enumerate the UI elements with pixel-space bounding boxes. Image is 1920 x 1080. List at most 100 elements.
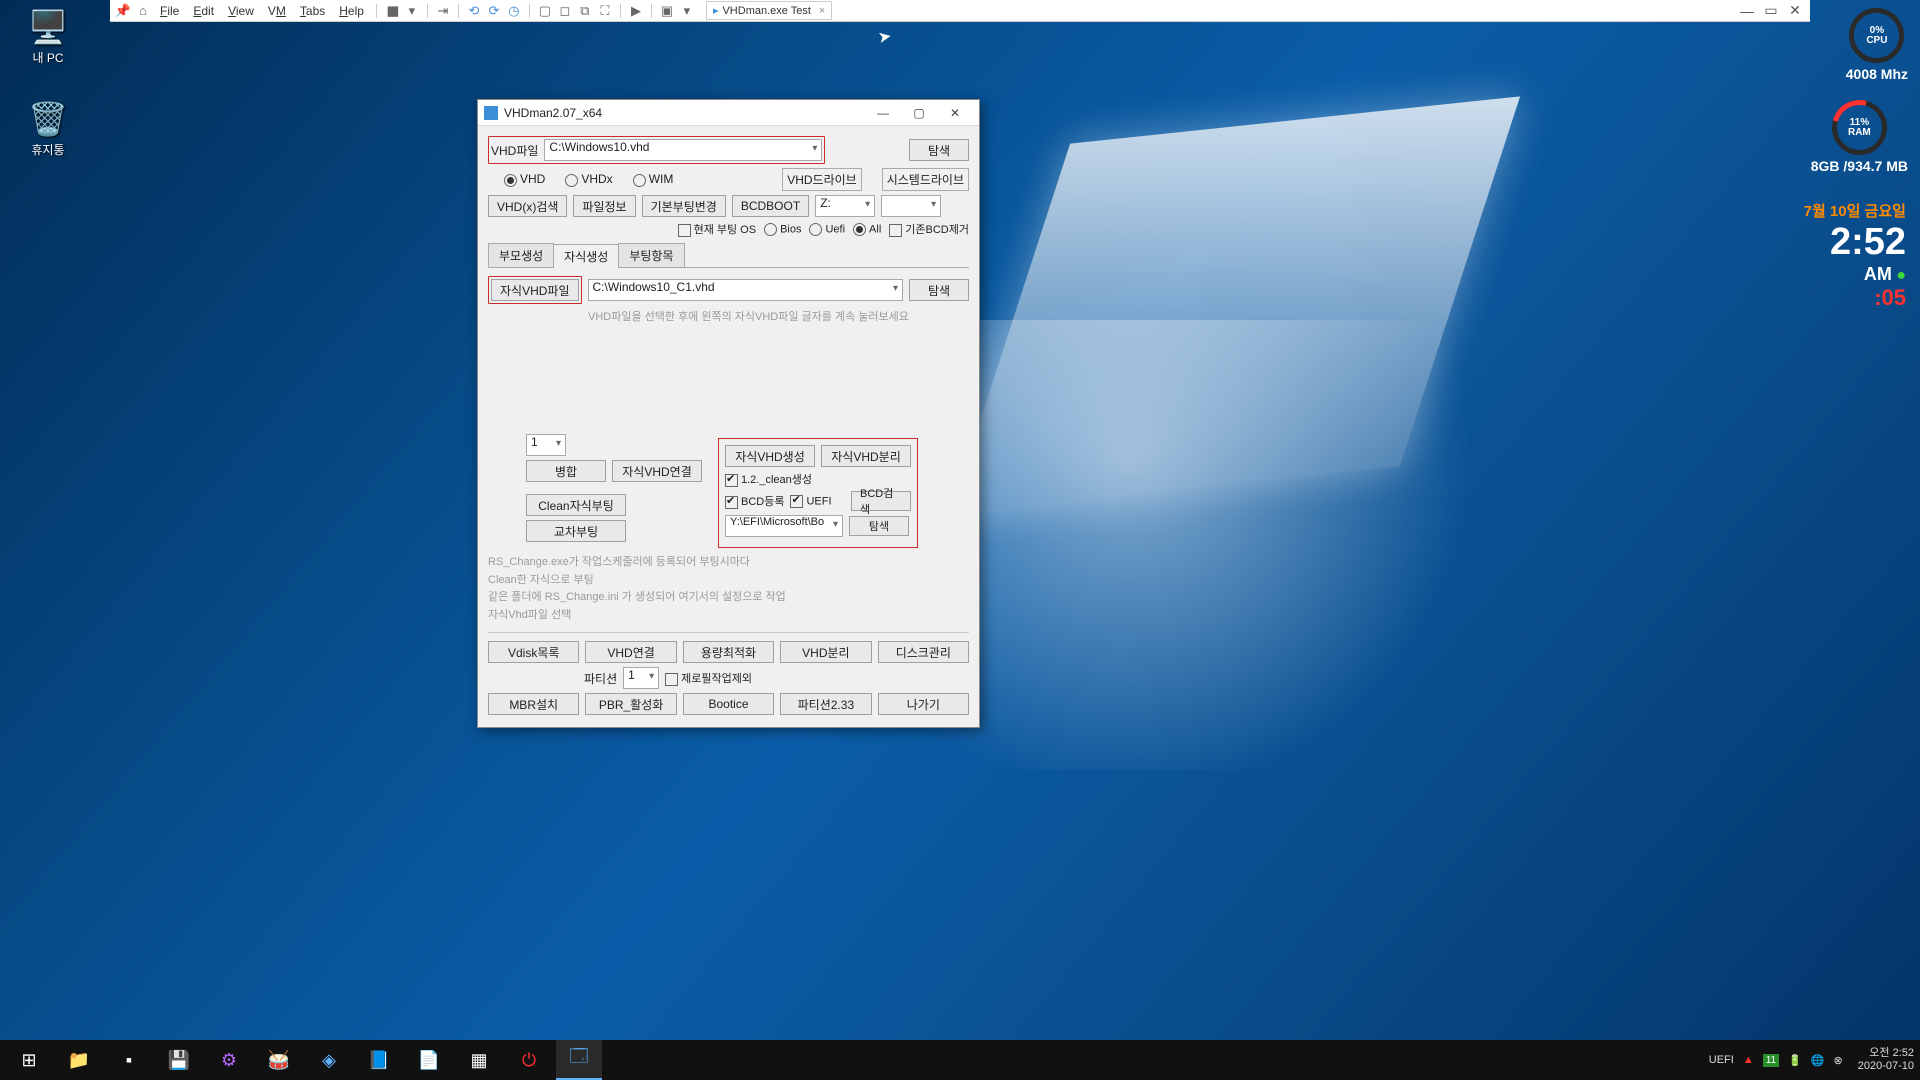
browse-button[interactable]: 탐색 bbox=[909, 139, 969, 161]
menu-file[interactable]: File bbox=[154, 2, 185, 20]
fullscreen-icon[interactable]: ▢ bbox=[536, 2, 554, 20]
tray-close-icon[interactable]: ⊗ bbox=[1834, 1054, 1843, 1067]
uefi-label: UEFI bbox=[1709, 1054, 1734, 1066]
cpu-icon[interactable]: ⚙ bbox=[206, 1040, 252, 1080]
unity-icon[interactable]: ◻ bbox=[556, 2, 574, 20]
close-icon[interactable]: ✕ bbox=[1784, 1, 1806, 21]
menu-edit[interactable]: Edit bbox=[187, 2, 220, 20]
snapshot-take-icon[interactable]: ⟳ bbox=[485, 2, 503, 20]
start-button[interactable]: ⊞ bbox=[6, 1040, 52, 1080]
chk-clean[interactable]: 1.2._clean생성 bbox=[725, 471, 812, 487]
menu-vm[interactable]: VM bbox=[262, 2, 292, 20]
doc-icon[interactable]: 📄 bbox=[406, 1040, 452, 1080]
browse2-button[interactable]: 탐색 bbox=[849, 516, 909, 536]
chk-current-os[interactable]: 현재 부팅 OS bbox=[678, 221, 757, 237]
menu-view[interactable]: View bbox=[222, 2, 260, 20]
snapshot-manage-icon[interactable]: ◷ bbox=[505, 2, 523, 20]
radio-uefi2[interactable]: Uefi bbox=[809, 223, 845, 236]
desktop-icon-recycle[interactable]: 🗑️ 휴지통 bbox=[8, 100, 88, 158]
disk-mgmt-button[interactable]: 디스크관리 bbox=[878, 641, 969, 663]
explorer-icon[interactable]: 📁 bbox=[56, 1040, 102, 1080]
drum-icon[interactable]: 🥁 bbox=[256, 1040, 302, 1080]
vhd-detach-button[interactable]: VHD분리 bbox=[780, 641, 871, 663]
bcdboot-button[interactable]: BCDBOOT bbox=[732, 195, 809, 217]
file-info-button[interactable]: 파일정보 bbox=[573, 195, 635, 217]
titlebar[interactable]: VHDman2.07_x64 — ▢ ✕ bbox=[478, 100, 979, 126]
radio-bios[interactable]: Bios bbox=[764, 223, 801, 236]
child-detach-button[interactable]: 자식VHD분리 bbox=[821, 445, 911, 467]
taskbar-clock[interactable]: 오전 2:52 2020-07-10 bbox=[1858, 1047, 1914, 1072]
partition-select[interactable]: 1 bbox=[623, 667, 659, 689]
console-icon[interactable]: ▶ bbox=[627, 2, 645, 20]
radio-vhdx[interactable]: VHDx bbox=[565, 172, 612, 186]
pbr-button[interactable]: PBR_활성화 bbox=[585, 693, 676, 715]
multimon-icon[interactable]: ⧉ bbox=[576, 2, 594, 20]
partition233-button[interactable]: 파티션2.33 bbox=[780, 693, 871, 715]
efi-path-input[interactable]: Y:\EFI\Microsoft\Bo bbox=[725, 515, 843, 537]
clean-boot-button[interactable]: Clean자식부팅 bbox=[526, 494, 626, 516]
network-icon[interactable]: 🌐 bbox=[1811, 1054, 1825, 1067]
system-tray[interactable]: UEFI ▲ 11 🔋 🌐 ⊗ 오전 2:52 2020-07-10 bbox=[1709, 1047, 1914, 1072]
bootice-button[interactable]: Bootice bbox=[683, 693, 774, 715]
chk-uefi[interactable]: UEFI bbox=[790, 495, 831, 508]
child-vhd-input[interactable]: C:\Windows10_C1.vhd bbox=[588, 279, 904, 301]
vhd-search-button[interactable]: VHD(x)검색 bbox=[488, 195, 567, 217]
disk-icon[interactable]: 💾 bbox=[156, 1040, 202, 1080]
child-create-button[interactable]: 자식VHD생성 bbox=[725, 445, 815, 467]
terminal-icon[interactable]: ▪ bbox=[106, 1040, 152, 1080]
snapshot-icon[interactable]: ⟲ bbox=[465, 2, 483, 20]
child-vhd-button[interactable]: 자식VHD파일 bbox=[491, 279, 579, 301]
chk-remove-bcd[interactable]: 기존BCD제거 bbox=[889, 221, 969, 237]
stretch-icon[interactable]: ⛶ bbox=[596, 2, 614, 20]
sys-drive-select[interactable] bbox=[881, 195, 941, 217]
menu-help[interactable]: Help bbox=[333, 2, 370, 20]
cube-icon[interactable]: ◈ bbox=[306, 1040, 352, 1080]
close-tab-icon[interactable]: × bbox=[819, 5, 825, 17]
radio-vhd[interactable]: VHD bbox=[504, 172, 545, 186]
size-opt-button[interactable]: 용량최적화 bbox=[683, 641, 774, 663]
vdisk-list-button[interactable]: Vdisk목록 bbox=[488, 641, 579, 663]
menu-tabs[interactable]: Tabs bbox=[294, 2, 331, 20]
bcd-search-button[interactable]: BCD검색 bbox=[851, 491, 911, 511]
desktop-clock: 7월 10일 금요일 2:52 AM ● :05 bbox=[1804, 200, 1906, 311]
tray-up-icon[interactable]: ▲ bbox=[1743, 1054, 1754, 1066]
mbr-button[interactable]: MBR설치 bbox=[488, 693, 579, 715]
merge-button[interactable]: 병합 bbox=[526, 460, 606, 482]
pause-icon[interactable]: ▮▮ bbox=[383, 2, 401, 20]
radio-all[interactable]: All bbox=[853, 223, 881, 236]
chk-bcd-reg[interactable]: BCD등록 bbox=[725, 493, 784, 509]
count-select[interactable]: 1 bbox=[526, 434, 566, 456]
tab-parent[interactable]: 부모생성 bbox=[488, 243, 554, 267]
vhd-file-input[interactable]: C:\Windows10.vhd bbox=[544, 139, 822, 161]
minimize-icon[interactable]: — bbox=[1736, 1, 1758, 21]
home-icon[interactable]: ⌂ bbox=[134, 2, 152, 20]
dropdown2-icon[interactable]: ▾ bbox=[678, 2, 696, 20]
exit-button[interactable]: 나가기 bbox=[878, 693, 969, 715]
child-browse-button[interactable]: 탐색 bbox=[909, 279, 969, 301]
battery-icon[interactable]: 🔋 bbox=[1788, 1054, 1802, 1067]
thumbnail-icon[interactable]: ▣ bbox=[658, 2, 676, 20]
vhd-connect-button[interactable]: VHD연결 bbox=[585, 641, 676, 663]
tab-boot[interactable]: 부팅항목 bbox=[618, 243, 684, 267]
dropdown-icon[interactable]: ▾ bbox=[403, 2, 421, 20]
boot-change-button[interactable]: 기본부팅변경 bbox=[642, 195, 726, 217]
tab-child[interactable]: 자식생성 bbox=[553, 244, 619, 268]
minimize-button[interactable]: — bbox=[865, 101, 901, 125]
radio-wim[interactable]: WIM bbox=[633, 172, 674, 186]
child-connect-button[interactable]: 자식VHD연결 bbox=[612, 460, 702, 482]
desktop-icon-pc[interactable]: 🖥️ 내 PC bbox=[8, 8, 88, 66]
close-button[interactable]: ✕ bbox=[937, 101, 973, 125]
chk-zerofill[interactable]: 제로필작업제외 bbox=[665, 670, 752, 686]
note-icon[interactable]: 📘 bbox=[356, 1040, 402, 1080]
vm-tab[interactable]: ▸ VHDman.exe Test × bbox=[706, 1, 832, 20]
tray-badge[interactable]: 11 bbox=[1763, 1054, 1779, 1067]
drive-select[interactable]: Z: bbox=[815, 195, 875, 217]
power-icon[interactable]: ⏻ bbox=[506, 1040, 552, 1080]
pin-icon[interactable]: 📌 bbox=[114, 2, 132, 20]
app1-icon[interactable]: ▦ bbox=[456, 1040, 502, 1080]
cross-boot-button[interactable]: 교차부팅 bbox=[526, 520, 626, 542]
vhdman-taskbar-icon[interactable]: 🗔 bbox=[556, 1040, 602, 1080]
maximize-button[interactable]: ▢ bbox=[901, 101, 937, 125]
maximize-icon[interactable]: ▭ bbox=[1760, 1, 1782, 21]
send-icon[interactable]: ⇥ bbox=[434, 2, 452, 20]
